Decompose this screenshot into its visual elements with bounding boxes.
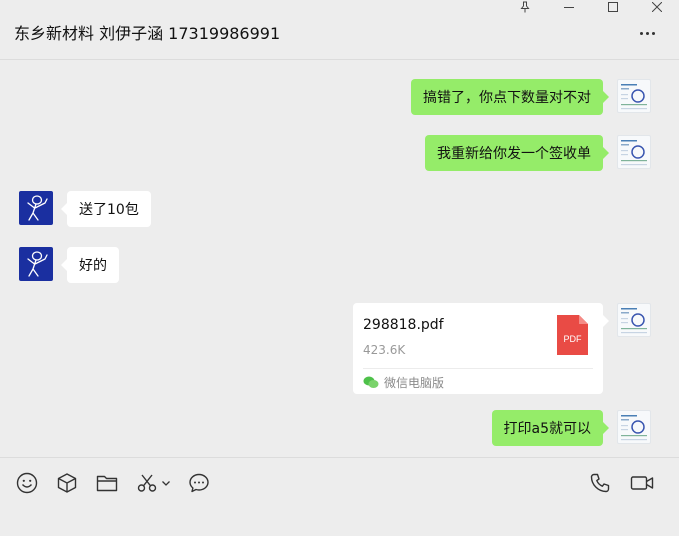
file-source-text: 微信电脑版 [384, 376, 445, 390]
avatar-self[interactable] [617, 410, 651, 444]
maximize-button[interactable] [591, 0, 635, 14]
screenshot-options-button[interactable] [160, 472, 172, 494]
video-call-button[interactable] [630, 472, 654, 494]
avatar-self[interactable] [617, 135, 651, 169]
self-avatar-image-icon [621, 84, 647, 110]
chevron-down-icon [162, 481, 170, 486]
contact-avatar-stick-figure-icon [27, 251, 48, 277]
pdf-icon-label: PDF [563, 334, 582, 344]
more-dot-icon [652, 32, 655, 35]
message-text: 打印a5就可以 [503, 421, 592, 437]
voice-call-button[interactable] [589, 472, 611, 494]
emoji-icon [16, 472, 38, 494]
scissors-icon [137, 474, 157, 492]
send-file-button[interactable] [96, 472, 118, 494]
avatar-contact[interactable] [19, 247, 53, 281]
message-text: 送了10包 [79, 202, 139, 218]
self-avatar-image-icon [621, 308, 647, 334]
file-name: 298818.pdf [363, 317, 444, 333]
window-controls [503, 0, 679, 14]
self-avatar-image-icon [621, 140, 647, 166]
avatar-contact[interactable] [19, 191, 53, 225]
emoji-button[interactable] [16, 472, 38, 494]
file-message-card[interactable]: 298818.pdf 423.6K PDF 微信电脑版 [353, 303, 609, 394]
message-text: 我重新给你发一个签收单 [437, 146, 591, 162]
message-bubble-self[interactable]: 我重新给你发一个签收单 [425, 135, 609, 171]
message-text: 好的 [79, 258, 107, 274]
close-icon [652, 2, 662, 12]
file-source: 微信电脑版 [363, 374, 444, 391]
more-dot-icon [640, 32, 643, 35]
wechat-icon [363, 376, 379, 388]
avatar-self[interactable] [617, 79, 651, 113]
minimize-button[interactable] [547, 0, 591, 14]
chat-history-button[interactable] [188, 472, 210, 494]
message-bubble-self[interactable]: 打印a5就可以 [491, 410, 609, 446]
sticker-box-button[interactable] [56, 472, 78, 494]
chat-title: 东乡新材料 刘伊子涵 17319986991 [14, 24, 281, 43]
file-card-divider [363, 368, 593, 369]
phone-icon [590, 473, 610, 493]
pin-icon [520, 1, 530, 13]
message-bubble-self[interactable]: 搞错了，你点下数量对不对 [411, 79, 609, 115]
sticker-box-icon [57, 473, 77, 493]
message-text: 搞错了，你点下数量对不对 [423, 90, 591, 106]
pin-button[interactable] [503, 0, 547, 14]
video-call-icon [630, 476, 654, 490]
chat-window: 东乡新材料 刘伊子涵 17319986991 搞错了，你点下数量对不对 我重新给… [0, 0, 679, 536]
close-button[interactable] [635, 0, 679, 14]
maximize-icon [608, 2, 618, 12]
more-options-button[interactable] [640, 32, 655, 35]
pdf-file-icon: PDF [557, 315, 588, 355]
self-avatar-image-icon [621, 415, 647, 441]
more-dot-icon [646, 32, 649, 35]
message-bubble-contact[interactable]: 送了10包 [61, 191, 151, 227]
toolbar-divider [0, 457, 679, 458]
screenshot-button[interactable] [136, 472, 158, 494]
folder-icon [96, 475, 118, 492]
message-bubble-contact[interactable]: 好的 [61, 247, 119, 283]
message-list[interactable]: 搞错了，你点下数量对不对 我重新给你发一个签收单 送了10包 好的 298818… [0, 60, 679, 457]
minimize-icon [564, 7, 574, 8]
contact-avatar-stick-figure-icon [27, 195, 48, 221]
avatar-self[interactable] [617, 303, 651, 337]
file-size: 423.6K [363, 343, 406, 357]
chat-history-icon [189, 473, 209, 493]
